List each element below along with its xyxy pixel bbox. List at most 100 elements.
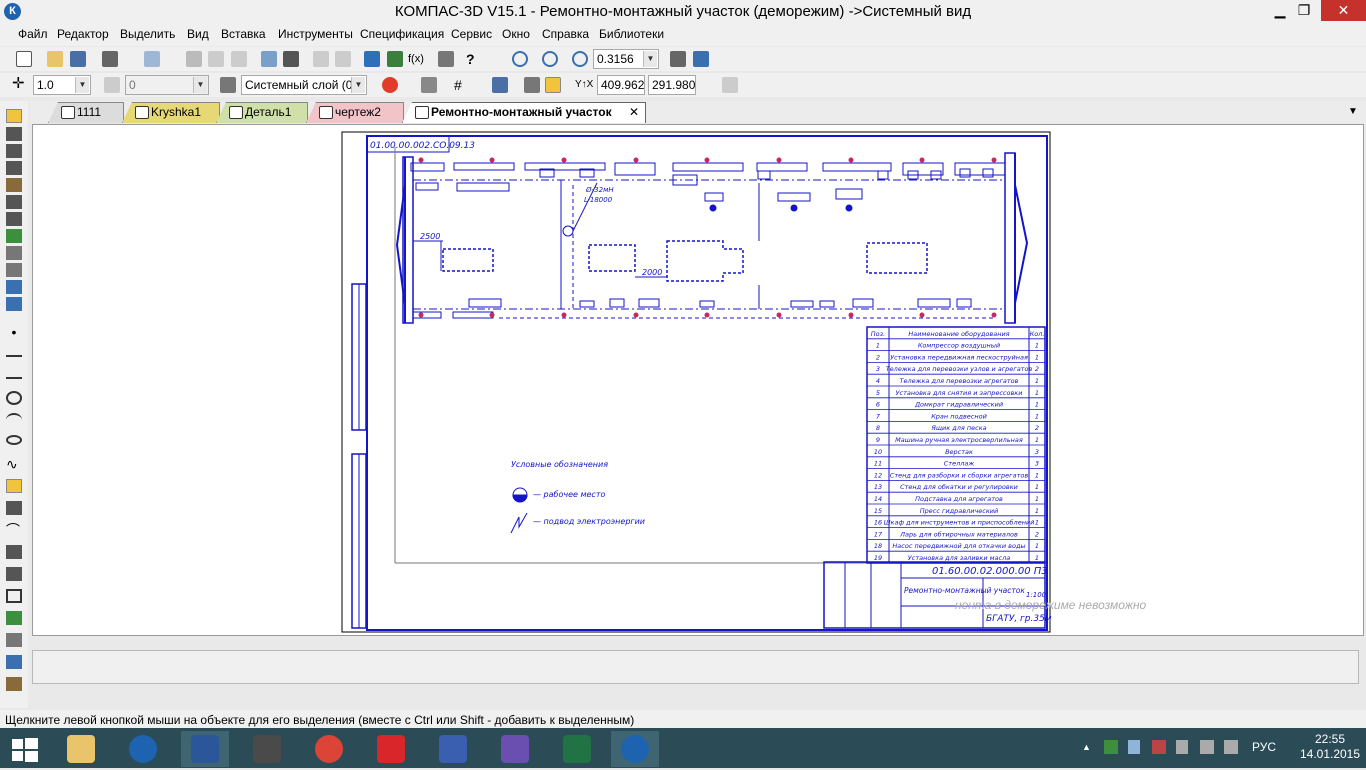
refresh-icon[interactable] bbox=[693, 51, 709, 67]
geometry-icon[interactable] bbox=[6, 109, 22, 123]
tab-detal1[interactable]: Деталь1 bbox=[216, 102, 308, 123]
fragments-icon[interactable] bbox=[6, 297, 22, 311]
tree-icon[interactable] bbox=[364, 51, 380, 67]
tab-chertezh2[interactable]: чертеж2 bbox=[306, 102, 404, 123]
polygon-icon[interactable] bbox=[6, 611, 22, 625]
taskbar-save[interactable] bbox=[429, 731, 477, 767]
bluetooth-icon[interactable] bbox=[1128, 740, 1140, 754]
layer-select[interactable]: Системный слой (0) ▼ bbox=[241, 75, 367, 95]
menu-insert[interactable]: Вставка bbox=[221, 27, 266, 41]
grid-icon[interactable]: # bbox=[454, 77, 470, 93]
preview-icon[interactable] bbox=[144, 51, 160, 67]
calculator-icon[interactable] bbox=[438, 51, 454, 67]
menu-libraries[interactable]: Библиотеки bbox=[599, 27, 664, 41]
x-coordinate-field[interactable]: 409.962 bbox=[597, 75, 645, 95]
angle-step-select[interactable]: 0 ▼ bbox=[125, 75, 209, 95]
menu-view[interactable]: Вид bbox=[187, 27, 209, 41]
tray-expand-icon[interactable]: ▲ bbox=[1082, 742, 1091, 752]
menu-select[interactable]: Выделить bbox=[120, 27, 175, 41]
close-button[interactable]: ✕ bbox=[1321, 0, 1366, 21]
line-icon[interactable] bbox=[6, 349, 22, 357]
contour-icon[interactable] bbox=[6, 677, 22, 691]
variables-icon[interactable] bbox=[387, 51, 403, 67]
parametrization-icon[interactable] bbox=[6, 178, 22, 192]
volume-icon[interactable] bbox=[1224, 740, 1238, 754]
local-cs-icon[interactable] bbox=[492, 77, 508, 93]
undo-icon[interactable] bbox=[313, 51, 329, 67]
cursor-step-select[interactable]: 1.0 ▼ bbox=[33, 75, 91, 95]
tray-network-icon[interactable] bbox=[1104, 740, 1118, 754]
wifi-icon[interactable] bbox=[1200, 740, 1214, 754]
hatch-icon[interactable] bbox=[6, 633, 22, 647]
point-icon[interactable]: • bbox=[6, 325, 22, 341]
cut-icon[interactable] bbox=[186, 51, 202, 67]
tab-kryshka1[interactable]: Kryshka1 bbox=[122, 102, 220, 123]
associative-views-icon[interactable] bbox=[6, 229, 22, 243]
symbols-icon[interactable] bbox=[6, 144, 22, 158]
menu-help[interactable]: Справка bbox=[542, 27, 589, 41]
start-button[interactable] bbox=[0, 731, 48, 767]
help-pointer-icon[interactable]: ? bbox=[466, 51, 482, 67]
copy-icon[interactable] bbox=[208, 51, 224, 67]
parameters-icon[interactable] bbox=[722, 77, 738, 93]
function-icon[interactable]: f(x) bbox=[408, 51, 424, 67]
ellipse-icon[interactable] bbox=[6, 435, 22, 445]
save-icon[interactable] bbox=[70, 51, 86, 67]
tab-remontno-montazhny[interactable]: Ремонтно-монтажный участок ✕ bbox=[402, 102, 646, 123]
paste-icon[interactable] bbox=[231, 51, 247, 67]
layers-icon[interactable] bbox=[220, 77, 236, 93]
round-icon[interactable] bbox=[545, 77, 561, 93]
print-icon[interactable] bbox=[102, 51, 118, 67]
y-coordinate-field[interactable]: 291.980 bbox=[648, 75, 696, 95]
polyline-icon[interactable] bbox=[6, 501, 22, 515]
bezier-icon[interactable] bbox=[6, 479, 22, 493]
rectangle-icon[interactable] bbox=[6, 589, 22, 603]
clock[interactable]: 22:55 14.01.2015 bbox=[1298, 732, 1362, 762]
orthogonal-icon[interactable] bbox=[421, 77, 437, 93]
menu-tools[interactable]: Инструменты bbox=[278, 27, 353, 41]
measure-icon[interactable] bbox=[6, 195, 22, 209]
new-document-icon[interactable] bbox=[16, 51, 32, 67]
menu-specification[interactable]: Спецификация bbox=[360, 27, 444, 41]
curve-icon[interactable]: ⌒ bbox=[6, 523, 22, 537]
redo-icon[interactable] bbox=[335, 51, 351, 67]
segment-icon[interactable] bbox=[6, 371, 22, 379]
pan-icon[interactable] bbox=[670, 51, 686, 67]
drawing-canvas[interactable]: 01.00.00.002.СО.09.13 2500 2000 Ø-32мН L… bbox=[32, 124, 1364, 636]
taskbar-kompas[interactable] bbox=[119, 731, 167, 767]
selection-icon[interactable] bbox=[6, 212, 22, 226]
circle-icon[interactable] bbox=[6, 391, 22, 405]
tab-1111[interactable]: 1111 bbox=[48, 102, 124, 123]
properties-icon[interactable] bbox=[261, 51, 277, 67]
tabs-menu-chevron-icon[interactable]: ▼ bbox=[1348, 106, 1358, 117]
editing-icon[interactable] bbox=[6, 161, 22, 175]
chamfer-icon[interactable] bbox=[6, 567, 22, 581]
zoom-icon[interactable] bbox=[572, 51, 588, 67]
zoom-scale-select[interactable]: 0.3156 ▼ bbox=[593, 49, 659, 69]
language-indicator[interactable]: РУС bbox=[1252, 740, 1276, 754]
battery-icon[interactable] bbox=[1176, 740, 1188, 754]
zoom-window-icon[interactable] bbox=[512, 51, 528, 67]
manager-icon[interactable] bbox=[283, 51, 299, 67]
menu-file[interactable]: Файл bbox=[18, 27, 48, 41]
insert-icon[interactable] bbox=[6, 280, 22, 294]
taskbar-word[interactable] bbox=[181, 731, 229, 767]
taskbar-mathcad[interactable] bbox=[243, 731, 291, 767]
menu-edit[interactable]: Редактор bbox=[57, 27, 109, 41]
open-icon[interactable] bbox=[47, 51, 63, 67]
taskbar-excel[interactable] bbox=[553, 731, 601, 767]
taskbar-kompas-active[interactable] bbox=[611, 731, 659, 767]
drawing-sheet[interactable]: 01.00.00.002.СО.09.13 2500 2000 Ø-32мН L… bbox=[33, 125, 1365, 637]
fill-icon[interactable] bbox=[6, 655, 22, 669]
spec-icon[interactable] bbox=[6, 246, 22, 260]
snap-icon[interactable] bbox=[382, 77, 398, 93]
menu-window[interactable]: Окно bbox=[502, 27, 530, 41]
taskbar-app-red[interactable] bbox=[367, 731, 415, 767]
menu-service[interactable]: Сервис bbox=[451, 27, 492, 41]
tab-close-icon[interactable]: ✕ bbox=[629, 103, 639, 122]
taskbar-media[interactable] bbox=[491, 731, 539, 767]
taskbar-chrome[interactable] bbox=[305, 731, 353, 767]
arc-icon[interactable] bbox=[6, 413, 22, 427]
restore-button[interactable]: ❐ bbox=[1288, 0, 1320, 21]
taskbar-explorer[interactable] bbox=[57, 731, 105, 767]
